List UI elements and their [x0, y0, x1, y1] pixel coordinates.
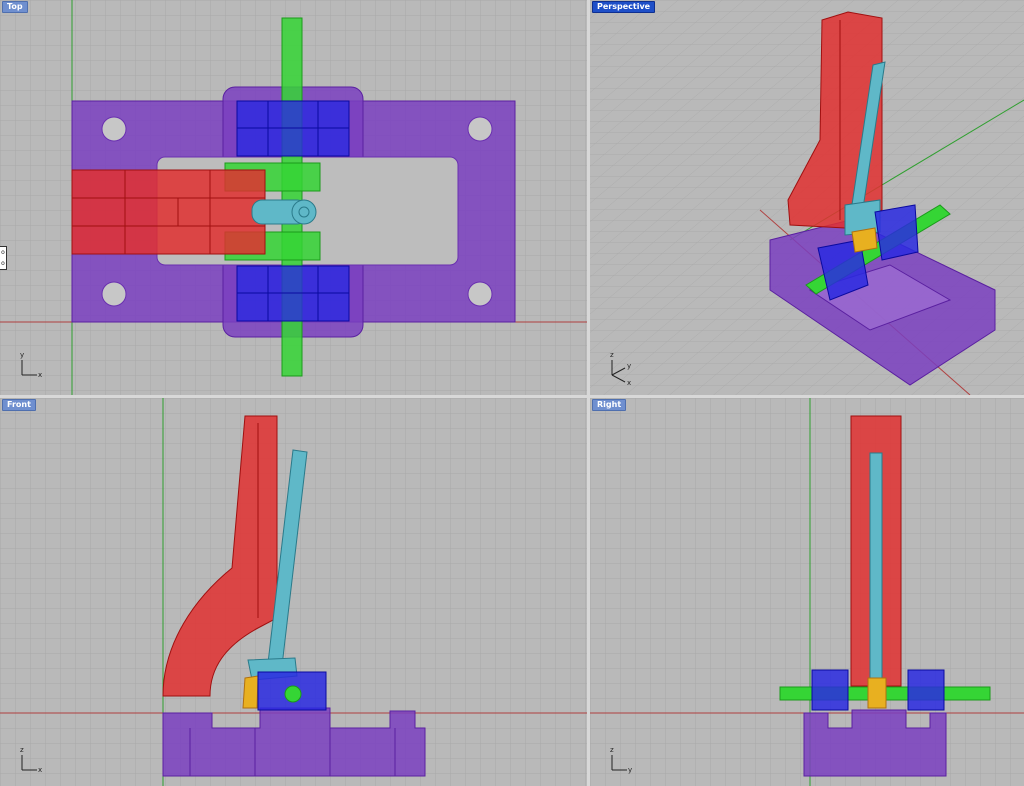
axis-label-z: z — [610, 746, 614, 754]
top-view-canvas[interactable]: y x — [0, 0, 587, 395]
right-view-canvas[interactable]: z y — [590, 398, 1024, 786]
axis-label-z: z — [610, 351, 614, 359]
viewport-splitter-vertical[interactable] — [587, 0, 590, 786]
viewport-tab-perspective[interactable]: Perspective — [592, 1, 656, 13]
axis-label-x: x — [38, 371, 42, 379]
viewport-tab-right[interactable]: Right — [592, 399, 627, 411]
perspective-view-canvas[interactable]: z y x — [590, 0, 1024, 395]
front-view-canvas[interactable]: z x — [0, 398, 587, 786]
axis-label-x: x — [38, 766, 42, 774]
axis-label-y: y — [628, 766, 632, 774]
viewport-tab-top[interactable]: Top — [2, 1, 28, 13]
viewport-splitter-horizontal[interactable] — [0, 395, 1024, 398]
yellow-hinge — [867, 677, 887, 709]
axis-label-x: x — [627, 379, 631, 387]
side-panel-toggle[interactable]: o o — [0, 246, 7, 270]
green-shaft — [281, 17, 303, 377]
viewport-front[interactable]: z x Front — [0, 398, 587, 786]
green-shaft-end — [284, 685, 302, 703]
cyan-lever — [869, 452, 883, 684]
yellow-hinge — [242, 675, 259, 709]
viewport-perspective[interactable]: z y x Perspective — [590, 0, 1024, 395]
axis-label-z: z — [20, 746, 24, 754]
yellow-hinge — [851, 227, 878, 253]
axis-label-y: y — [20, 351, 24, 359]
cyan-lever — [251, 199, 317, 225]
viewport-right[interactable]: z y Right — [590, 398, 1024, 786]
red-arm — [71, 169, 266, 255]
axis-label-y: y — [627, 362, 631, 370]
viewport-top[interactable]: y x Top o o — [0, 0, 587, 395]
viewport-tab-front[interactable]: Front — [2, 399, 36, 411]
